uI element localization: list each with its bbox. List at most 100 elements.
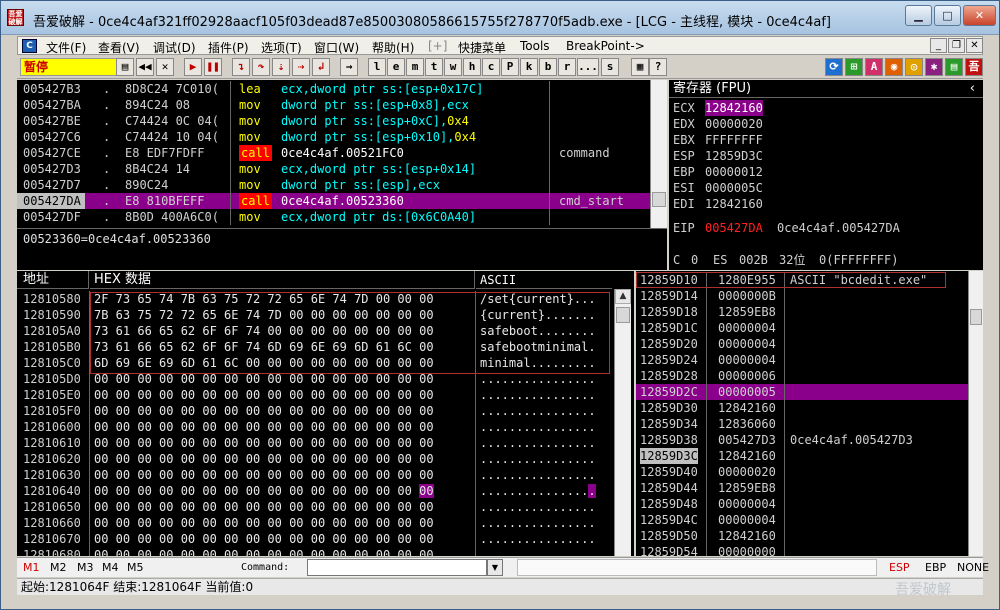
notes-icon[interactable]: ▤ bbox=[945, 58, 963, 76]
plugin-green-icon[interactable]: ⊞ bbox=[845, 58, 863, 76]
disasm-row[interactable]: 005427DA. E8 810BFEFF call 0ce4c4af.0052336… bbox=[17, 193, 650, 209]
letter-a-icon[interactable]: A bbox=[865, 58, 883, 76]
toolbar-letter-s[interactable]: s bbox=[601, 58, 619, 76]
menu-tools[interactable]: Tools bbox=[520, 39, 550, 53]
register-row[interactable]: ESI 0000005C bbox=[669, 180, 983, 196]
stack-row[interactable]: 12859D34 12836060 bbox=[636, 416, 983, 432]
toolbar-letter-t[interactable]: t bbox=[425, 58, 443, 76]
toolbar-letter-p[interactable]: P bbox=[501, 58, 519, 76]
stack-row[interactable]: 12859D14 0000000B bbox=[636, 288, 983, 304]
stack-row[interactable]: 12859D24 00000004 bbox=[636, 352, 983, 368]
stack-lock-esp[interactable]: ESP bbox=[889, 561, 910, 574]
stack-scroll-thumb[interactable] bbox=[970, 309, 982, 325]
flag-row[interactable]: P 0 CS 0023 32位 0(FFFFFFFF) bbox=[669, 268, 983, 270]
memory-tab-m3[interactable]: M3 bbox=[77, 561, 94, 574]
register-value[interactable]: 12842160 bbox=[705, 100, 763, 116]
disasm-scroll-thumb[interactable] bbox=[652, 192, 666, 207]
dump-row[interactable]: 12810620 00 00 00 00 00 00 00 00 00 00 00… bbox=[17, 451, 634, 467]
stack-row[interactable]: 12859D4C 00000004 bbox=[636, 512, 983, 528]
flag-value[interactable]: 0 bbox=[691, 252, 698, 268]
menu-file[interactable]: 文件(F) bbox=[46, 39, 86, 56]
tools-icon[interactable]: ✱ bbox=[925, 58, 943, 76]
target-icon[interactable]: ◎ bbox=[905, 58, 923, 76]
go-to-icon[interactable]: → bbox=[340, 58, 358, 76]
toolbar-letter-c[interactable]: c bbox=[482, 58, 500, 76]
disasm-row[interactable]: 005427D3. 8B4C24 14 mov ecx,dword ptr ss:[e… bbox=[17, 161, 667, 177]
toolbar-letter-e[interactable]: e bbox=[387, 58, 405, 76]
memory-tab-m2[interactable]: M2 bbox=[50, 561, 67, 574]
close-button[interactable]: ✕ bbox=[963, 5, 996, 26]
toolbar-letter-h[interactable]: h bbox=[463, 58, 481, 76]
dump-row[interactable]: 12810680 00 00 00 00 00 00 00 00 00 00 00… bbox=[17, 547, 634, 556]
stack-row[interactable]: 12859D40 00000020 bbox=[636, 464, 983, 480]
trace-over-icon[interactable]: ⇢ bbox=[292, 58, 310, 76]
dump-row[interactable]: 12810630 00 00 00 00 00 00 00 00 00 00 00… bbox=[17, 467, 634, 483]
dump-row[interactable]: 12810610 00 00 00 00 00 00 00 00 00 00 00… bbox=[17, 435, 634, 451]
toolbar-letter-l[interactable]: l bbox=[368, 58, 386, 76]
collapse-chevron-icon[interactable]: ‹ bbox=[970, 81, 975, 96]
toolbar-letter-dots[interactable]: ... bbox=[577, 58, 599, 76]
register-row[interactable]: ECX 12842160 bbox=[669, 100, 983, 116]
stack-row[interactable]: 12859D48 00000004 bbox=[636, 496, 983, 512]
menu-view[interactable]: 查看(V) bbox=[98, 39, 140, 56]
title-bar[interactable]: 吾爱 破解 吾爱破解 - 0ce4c4af321ff02928aacf105f03… bbox=[1, 1, 999, 35]
flag-value[interactable]: 0 bbox=[691, 268, 698, 270]
disasm-row[interactable]: 005427BE. C74424 0C 04(mov dword ptr ss:[e… bbox=[17, 113, 667, 129]
dump-row[interactable]: 12810670 00 00 00 00 00 00 00 00 00 00 00… bbox=[17, 531, 634, 547]
close-process-icon[interactable]: ✕ bbox=[156, 58, 174, 76]
menu-help[interactable]: 帮助(H) bbox=[372, 39, 414, 56]
toolbar-letter-k[interactable]: k bbox=[520, 58, 538, 76]
toolbar-letter-r[interactable]: r bbox=[558, 58, 576, 76]
stack-row[interactable]: 12859D1C 00000004 bbox=[636, 320, 983, 336]
disasm-row[interactable]: 005427CE. E8 EDF7FDFF call 0ce4c4af.00521FC… bbox=[17, 145, 667, 161]
stack-row[interactable]: 12859D3C 12842160 bbox=[636, 448, 983, 464]
toolbar-letter-m[interactable]: m bbox=[406, 58, 424, 76]
stack-row[interactable]: 12859D2C 00000005 bbox=[636, 384, 968, 400]
stack-row[interactable]: 12859D38 005427D3 0ce4c4af.005427D3 bbox=[636, 432, 983, 448]
register-value[interactable]: FFFFFFFF bbox=[705, 132, 763, 148]
rewind-icon[interactable]: ◀◀ bbox=[136, 58, 154, 76]
register-value[interactable]: 12842160 bbox=[705, 196, 763, 212]
menu-plus[interactable]: [+] bbox=[428, 39, 447, 53]
cpu-window-icon[interactable]: C bbox=[22, 39, 37, 53]
execute-till-return-icon[interactable]: ↲ bbox=[312, 58, 330, 76]
disasm-row[interactable]: 005427B3. 8D8C24 7C010(lea ecx,dword ptr s… bbox=[17, 81, 667, 97]
dump-row[interactable]: 12810640 00 00 00 00 00 00 00 00 00 00 00… bbox=[17, 483, 634, 499]
logo-small-icon[interactable]: 吾 bbox=[965, 58, 983, 76]
registers-pane[interactable]: 寄存器 (FPU) ‹ ECX 12842160 EDX 00000020 EBX FFF… bbox=[669, 80, 983, 270]
minimize-button[interactable]: ▁ bbox=[905, 5, 932, 26]
stack-row[interactable]: 12859D44 12859EB8 bbox=[636, 480, 983, 496]
trace-into-icon[interactable]: ⇣ bbox=[272, 58, 290, 76]
record-icon[interactable]: ◉ bbox=[885, 58, 903, 76]
dump-scrollbar[interactable]: ▲ bbox=[614, 289, 631, 556]
dump-scroll-thumb[interactable] bbox=[616, 307, 630, 323]
pause-icon[interactable]: ❚❚ bbox=[204, 58, 222, 76]
dump-header-hex[interactable]: HEX 数据 bbox=[90, 271, 475, 289]
stack-row[interactable]: 12859D28 00000006 bbox=[636, 368, 983, 384]
dump-header-ascii[interactable]: ASCII bbox=[476, 271, 612, 289]
menu-window[interactable]: 窗口(W) bbox=[314, 39, 359, 56]
register-value[interactable]: 005427DA bbox=[705, 220, 763, 236]
menu-debug[interactable]: 调试(D) bbox=[153, 39, 196, 56]
stack-row[interactable]: 12859D50 12842160 bbox=[636, 528, 983, 544]
dump-row[interactable]: 128105E0 00 00 00 00 00 00 00 00 00 00 00… bbox=[17, 387, 634, 403]
step-into-icon[interactable]: ↴ bbox=[232, 58, 250, 76]
register-value[interactable]: 0000005C bbox=[705, 180, 763, 196]
mdi-close-button[interactable]: ✕ bbox=[966, 38, 983, 53]
step-over-icon[interactable]: ↷ bbox=[252, 58, 270, 76]
dump-row[interactable]: 128105F0 00 00 00 00 00 00 00 00 00 00 00… bbox=[17, 403, 634, 419]
menu-plugins[interactable]: 插件(P) bbox=[208, 39, 249, 56]
dump-row[interactable]: 12810600 00 00 00 00 00 00 00 00 00 00 00… bbox=[17, 419, 634, 435]
disasm-row[interactable]: 005427D7. 890C24 mov dword ptr ss:[esp],ecx bbox=[17, 177, 667, 193]
menu-breakpoint[interactable]: BreakPoint-> bbox=[566, 39, 645, 53]
command-dropdown-icon[interactable]: ▼ bbox=[487, 559, 503, 576]
register-row[interactable]: ESP 12859D3C bbox=[669, 148, 983, 164]
mdi-minimize-button[interactable]: _ bbox=[930, 38, 947, 53]
register-value[interactable]: 12859D3C bbox=[705, 148, 763, 164]
dump-row[interactable]: 12810650 00 00 00 00 00 00 00 00 00 00 00… bbox=[17, 499, 634, 515]
disasm-row[interactable]: 005427BA. 894C24 08 mov dword ptr ss:[esp+0… bbox=[17, 97, 667, 113]
memory-tab-m1[interactable]: M1 bbox=[23, 561, 40, 574]
register-row-eip[interactable]: EIP 005427DA 0ce4c4af.005427DA bbox=[669, 220, 983, 236]
memory-tab-m4[interactable]: M4 bbox=[102, 561, 119, 574]
toolbar-letter-w[interactable]: w bbox=[444, 58, 462, 76]
